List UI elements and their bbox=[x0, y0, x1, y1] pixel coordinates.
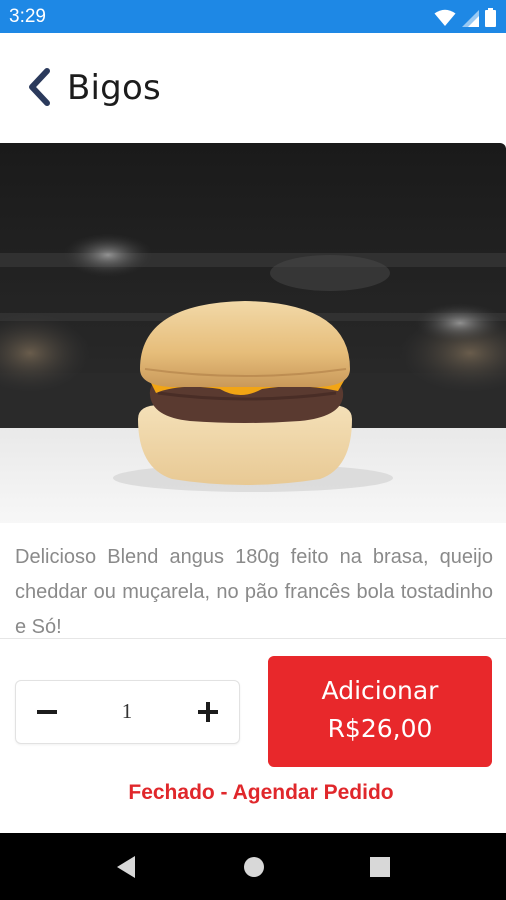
page-title: Bigos bbox=[67, 68, 161, 108]
back-button[interactable] bbox=[22, 67, 56, 107]
back-triangle-icon bbox=[117, 856, 135, 878]
add-button-label: Adicionar bbox=[321, 676, 439, 705]
burger-photo bbox=[0, 143, 506, 523]
increase-quantity-button[interactable] bbox=[193, 697, 223, 727]
add-button-price: R$26,00 bbox=[327, 714, 433, 743]
navigation-bar bbox=[0, 833, 506, 900]
quantity-value: 1 bbox=[121, 699, 133, 723]
schedule-order-link[interactable]: Fechado - Agendar Pedido bbox=[0, 781, 506, 805]
recents-square-icon bbox=[370, 857, 390, 877]
nav-back-button[interactable] bbox=[112, 853, 140, 881]
bottom-panel: 1 Adicionar R$26,00 Fechado - Agendar Pe… bbox=[0, 638, 506, 833]
home-circle-icon bbox=[244, 857, 264, 877]
status-bar: 3:29 bbox=[0, 0, 506, 33]
status-time: 3:29 bbox=[9, 6, 46, 27]
add-to-cart-button[interactable]: Adicionar R$26,00 bbox=[268, 656, 492, 767]
wifi-icon bbox=[434, 9, 456, 26]
chevron-left-icon bbox=[29, 68, 50, 106]
nav-home-button[interactable] bbox=[240, 853, 268, 881]
signal-icon bbox=[462, 10, 479, 27]
header: Bigos bbox=[0, 33, 506, 143]
quantity-stepper: 1 bbox=[15, 680, 240, 744]
decrease-quantity-button[interactable] bbox=[32, 697, 62, 727]
status-icons bbox=[434, 7, 496, 27]
minus-icon bbox=[37, 710, 57, 714]
product-image bbox=[0, 143, 506, 523]
plus-icon bbox=[198, 702, 218, 722]
product-description: Delicioso Blend angus 180g feito na bras… bbox=[15, 546, 493, 636]
nav-recents-button[interactable] bbox=[366, 853, 394, 881]
battery-icon bbox=[485, 8, 496, 27]
